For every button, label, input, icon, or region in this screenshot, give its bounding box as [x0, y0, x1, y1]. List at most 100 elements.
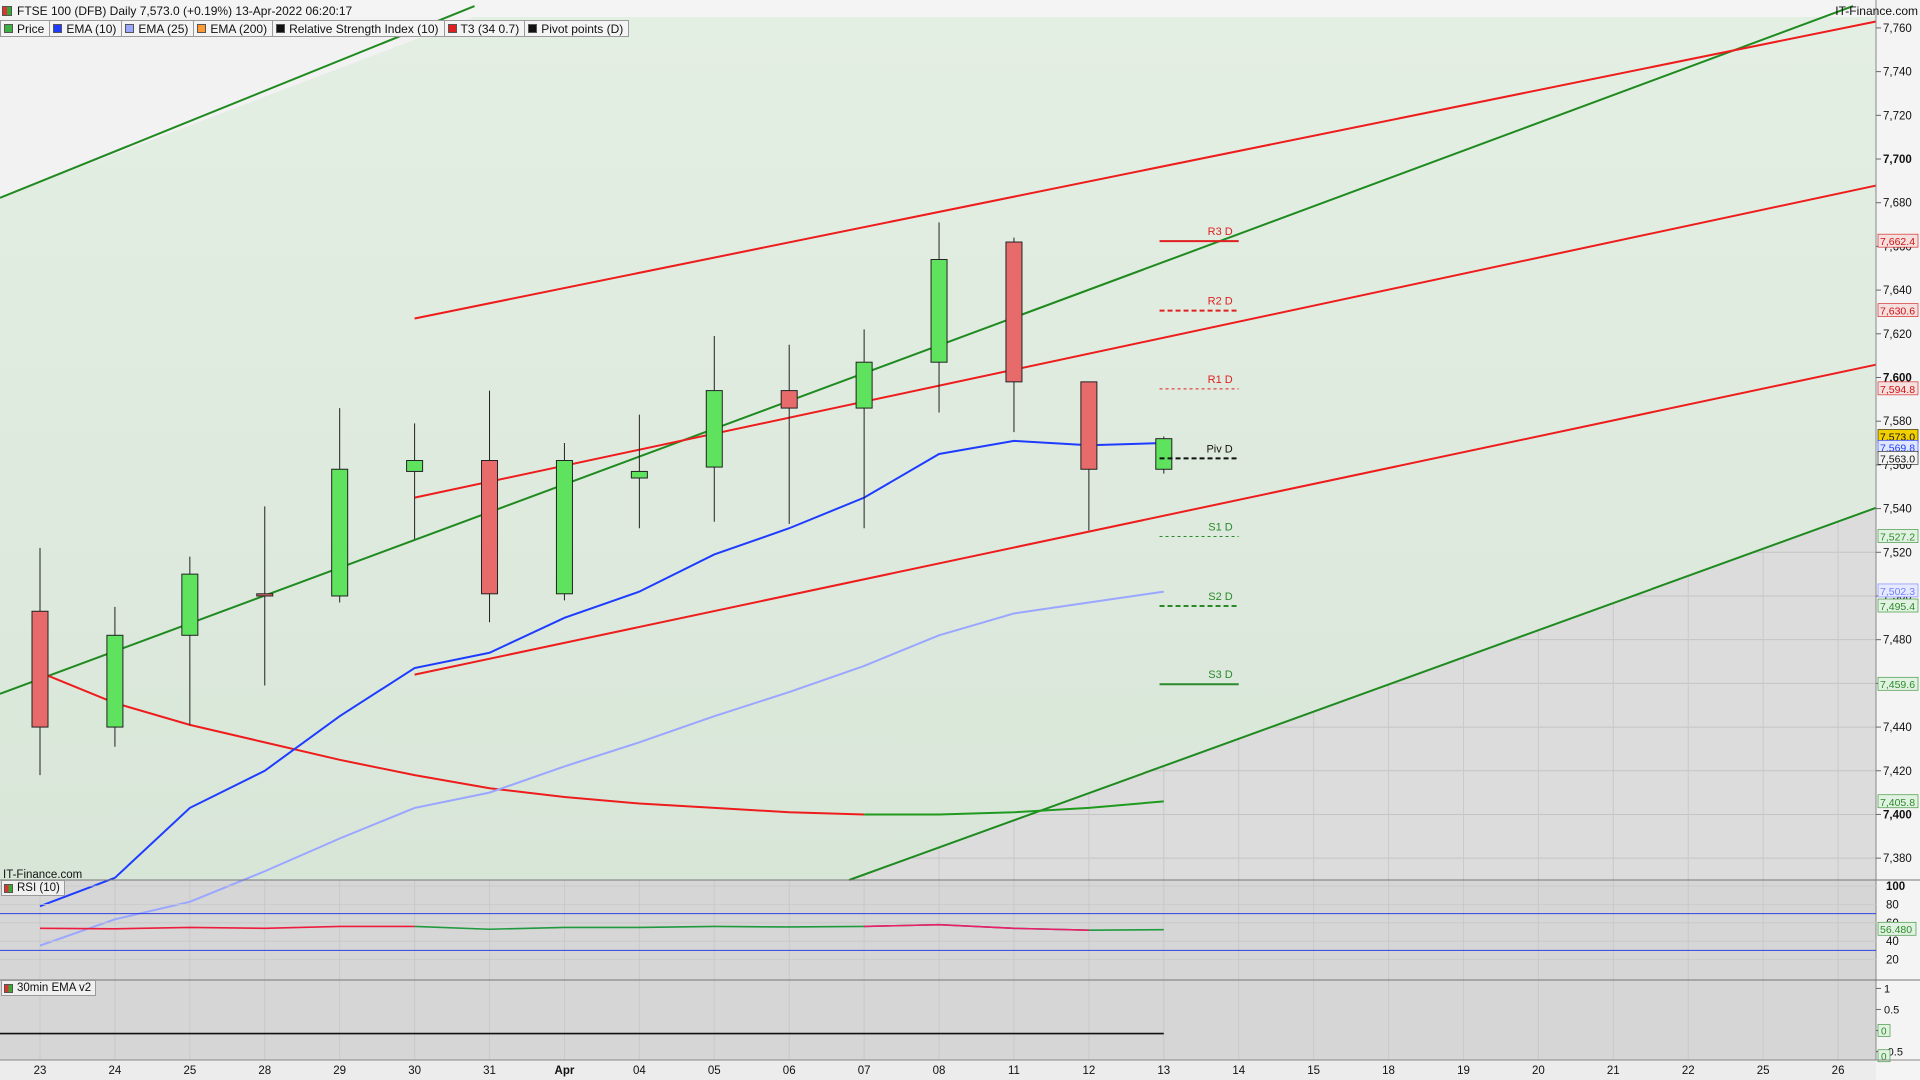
date-tick-label: 13	[1157, 1065, 1170, 1077]
candle-body	[406, 460, 424, 472]
chart-title-text: FTSE 100 (DFB) Daily 7,573.0 (+0.19%) 13…	[17, 4, 353, 18]
price-tick-label: 7,520	[1883, 547, 1912, 559]
candle-body	[256, 593, 274, 597]
legend-swatch-icon	[53, 24, 63, 33]
date-tick-label: 19	[1457, 1065, 1470, 1077]
pivot-label: R2 D	[1208, 296, 1233, 308]
ema-panel-label[interactable]: 30min EMA v2	[1, 980, 97, 996]
rsi-tick-label: 40	[1886, 936, 1899, 948]
candle	[555, 443, 573, 601]
date-tick-label: 25	[1757, 1065, 1770, 1077]
legend-swatch-icon	[528, 24, 538, 33]
legend-label: Pivot points (D)	[541, 21, 624, 36]
legend-swatch-icon	[197, 24, 207, 33]
price-tag-label: 7,502.3	[1880, 586, 1915, 598]
candle-body	[1080, 381, 1098, 470]
price-tag-label: 7,459.6	[1880, 679, 1915, 691]
ema-tag-label: 0	[1881, 1052, 1887, 1063]
candle-body	[780, 390, 798, 409]
legend-item[interactable]: Pivot points (D)	[524, 20, 630, 37]
price-tag-label: 7,527.2	[1880, 532, 1915, 544]
price-tick-label: 7,720	[1883, 110, 1912, 122]
pivot-label: R1 D	[1208, 374, 1233, 386]
price-tick-label: 7,620	[1883, 329, 1912, 341]
rsi-tick-label: 80	[1886, 899, 1899, 911]
candle-body	[106, 634, 124, 728]
date-tick-label: 29	[333, 1065, 346, 1077]
legend-label: EMA (10)	[66, 21, 117, 36]
price-tick-label: 7,640	[1883, 285, 1912, 297]
rsi-tick-label: 20	[1886, 955, 1899, 967]
legend-item[interactable]: Relative Strength Index (10)	[272, 20, 445, 37]
date-tick-label: 23	[34, 1065, 47, 1077]
date-tick-label: 28	[258, 1065, 271, 1077]
price-tick-label: 7,700	[1883, 154, 1912, 166]
price-tag-label: 7,630.6	[1880, 306, 1915, 318]
date-tick-label: 20	[1532, 1065, 1545, 1077]
pivot-label: S3 D	[1208, 669, 1233, 681]
date-tick-label: 07	[858, 1065, 871, 1077]
legend-label: Price	[17, 21, 45, 36]
date-tick-label: 30	[408, 1065, 421, 1077]
price-tick-label: 7,580	[1883, 416, 1912, 428]
price-tick-label: 7,440	[1883, 722, 1912, 734]
date-tick-label: 08	[933, 1065, 946, 1077]
ema-tick-label: 0.5	[1884, 1004, 1899, 1016]
date-tick-label: 18	[1382, 1065, 1395, 1077]
price-tick-label: 7,680	[1883, 198, 1912, 210]
legend-item[interactable]: EMA (200)	[193, 20, 274, 37]
legend-label: Relative Strength Index (10)	[289, 21, 439, 36]
ftse-chart[interactable]: R3 D R2 D R1 D Piv D S1 D S2 D S3 D 7,380 7,400…	[0, 0, 1920, 1080]
candle-body	[1005, 241, 1023, 383]
rsi-panel-label[interactable]: RSI (10)	[1, 880, 65, 896]
candle-body	[331, 468, 349, 597]
price-tick-label: 7,540	[1883, 504, 1912, 516]
price-tag-label: 7,495.4	[1880, 601, 1915, 613]
date-tick-label: 15	[1307, 1065, 1320, 1077]
legend-item[interactable]: EMA (25)	[121, 20, 195, 37]
date-tick-label: 31	[483, 1065, 496, 1077]
date-tick-label: Apr	[555, 1065, 575, 1077]
legend-label: EMA (25)	[138, 21, 189, 36]
date-tick-label: 26	[1832, 1065, 1845, 1077]
legend-item[interactable]: Price	[0, 20, 51, 37]
date-tick-label: 04	[633, 1065, 646, 1077]
date-tick-label: 11	[1008, 1065, 1020, 1077]
legend-item[interactable]: T3 (34 0.7)	[443, 20, 526, 37]
candle-body	[555, 460, 573, 595]
brand-logo-text: IT-Finance.com	[1835, 4, 1918, 18]
price-tick-label: 7,380	[1883, 853, 1912, 865]
date-tick-label: 14	[1232, 1065, 1245, 1077]
date-tick-label: 05	[708, 1065, 721, 1077]
price-tick-label: 7,480	[1883, 635, 1912, 647]
legend-swatch-icon	[4, 24, 13, 33]
ema-tag-label: 0	[1881, 1027, 1887, 1038]
price-swatch-icon	[2, 6, 12, 16]
price-tick-label: 7,760	[1883, 23, 1912, 35]
price-tick-label: 7,740	[1883, 67, 1912, 79]
price-tag-label: 7,405.8	[1880, 797, 1915, 809]
candle-body	[630, 470, 648, 479]
price-tag-label: 7,594.8	[1880, 384, 1915, 396]
indicator-legend: Price EMA (10) EMA (25) EMA (200) Relative S…	[0, 20, 630, 37]
date-tick-label: 22	[1682, 1065, 1695, 1077]
candle-body	[181, 573, 199, 636]
pivot-label: S2 D	[1208, 591, 1233, 603]
ema-swatch-icon	[4, 983, 13, 993]
legend-swatch-icon	[125, 24, 135, 33]
rsi-swatch-icon	[4, 883, 13, 893]
legend-label: T3 (34 0.7)	[460, 21, 520, 36]
date-tick-label: 21	[1607, 1065, 1620, 1077]
legend-item[interactable]: EMA (10)	[49, 20, 123, 37]
candle-body	[31, 610, 49, 728]
price-tick-label: 7,420	[1883, 766, 1912, 778]
candle-body	[930, 259, 948, 363]
pivot-label: R3 D	[1208, 226, 1233, 238]
rsi-tag-label: 56.480	[1880, 924, 1912, 936]
candle-body	[481, 460, 499, 595]
ema-panel-background	[0, 980, 1876, 1060]
rsi-tick-label: 100	[1886, 881, 1905, 893]
candle-body	[1155, 438, 1173, 470]
candle-body	[705, 390, 723, 468]
date-tick-label: 12	[1082, 1065, 1095, 1077]
